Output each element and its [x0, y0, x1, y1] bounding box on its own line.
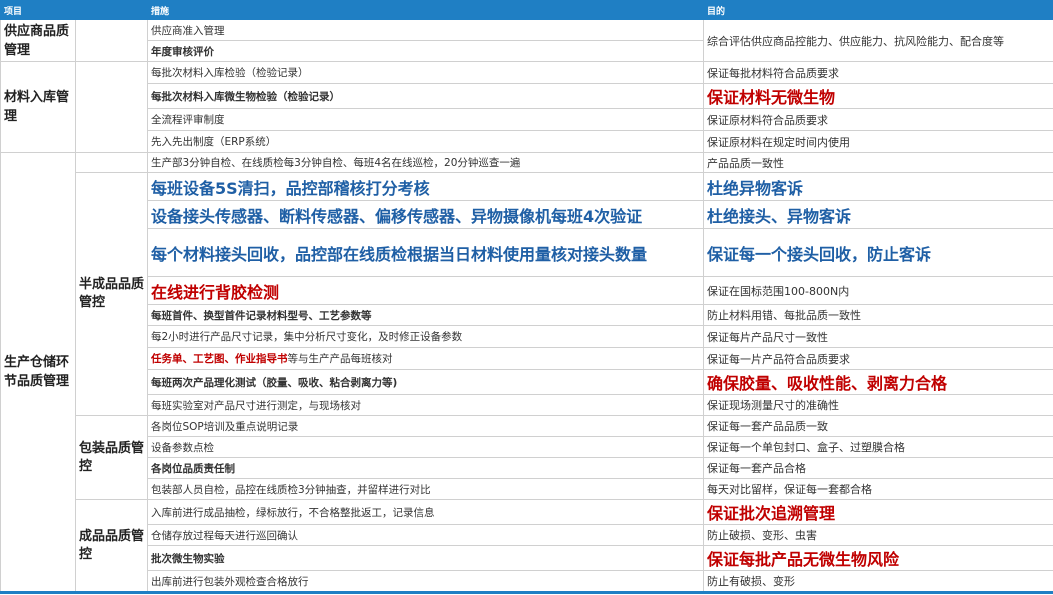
table-row: 全流程评审制度 保证原材料符合品质要求 [1, 108, 1053, 131]
measure-cell: 生产部3分钟自检、在线质检每3分钟自检、每班4名在线巡检，20分钟巡查一遍 [147, 152, 704, 173]
table-row: 成品品质管控 入库前进行成品抽检，绿标放行，不合格整批返工，记录信息 保证批次追… [1, 499, 1053, 592]
purpose-cell: 保证每一片产品符合品质要求 [703, 347, 1053, 370]
table-row: 生产仓储环节品质管理 生产部3分钟自检、在线质检每3分钟自检、每班4名在线巡检，… [0, 152, 1053, 592]
table-row: 在线进行背胶检测 保证在国标范围100-800N内 [1, 276, 1053, 305]
purpose-cell: 杜绝异物客诉 [703, 172, 1053, 201]
purpose-cell: 保证批次追溯管理 [703, 499, 1053, 525]
table-row: 每个材料接头回收，品控部在线质检根据当日材料使用量核对接头数量 保证每一个接头回… [1, 228, 1053, 277]
header-row: 项目 措施 目的 [0, 0, 1053, 20]
measure-cell: 包装部人员自检，品控在线质检3分钟抽查，并留样进行对比 [147, 478, 704, 500]
measure-cell: 每班两次产品理化测试（胶量、吸收、粘合剥离力等) [147, 369, 704, 395]
measure-cell: 设备参数点检 [147, 436, 704, 458]
table-row: 每班两次产品理化测试（胶量、吸收、粘合剥离力等) 确保胶量、吸收性能、剥离力合格 [1, 369, 1053, 395]
measure-cell: 每个材料接头回收，品控部在线质检根据当日材料使用量核对接头数量 [147, 228, 704, 277]
purpose-cell: 保证原材料在规定时间内使用 [703, 130, 1053, 153]
category-semi-finished: 半成品品质管控 [75, 172, 148, 416]
bottom-divider [0, 591, 1053, 594]
measure-cell: 批次微生物实验 [147, 545, 704, 571]
table-row: 各岗位品质责任制 保证每一套产品合格 [1, 457, 1053, 479]
purpose-cell: 防止破损、变形、虫害 [703, 524, 1053, 546]
purpose-cell: 杜绝接头、异物客诉 [703, 200, 1053, 229]
category-supply: 供应商品质管理 [0, 19, 76, 62]
empty-cell [75, 152, 148, 173]
measure-cell: 在线进行背胶检测 [147, 276, 704, 305]
measure-cell: 每2小时进行产品尺寸记录，集中分析尺寸变化，及时修正设备参数 [147, 325, 704, 348]
table-row: 仓储存放过程每天进行巡回确认 防止破损、变形、虫害 [1, 524, 1053, 546]
measure-rest: 等与生产产品每班核对 [287, 353, 393, 365]
table-row: 批次微生物实验 保证每批产品无微生物风险 [1, 545, 1053, 571]
purpose-cell: 保证原材料符合品质要求 [703, 108, 1053, 131]
purpose-cell: 产品品质一致性 [703, 152, 1053, 173]
purpose-cell: 保证每一个单包封口、盒子、过塑膜合格 [703, 436, 1053, 458]
purpose-cell: 综合评估供应商品控能力、供应能力、抗风险能力、配合度等 [703, 19, 1053, 62]
measure-cell: 各岗位SOP培训及重点说明记录 [147, 415, 704, 437]
purpose-cell: 防止材料用错、每批品质一致性 [703, 304, 1053, 326]
purpose-cell: 保证每一套产品合格 [703, 457, 1053, 479]
table-row: 每批次材料入库微生物检验（检验记录） 保证材料无微生物 [1, 83, 1053, 109]
quality-management-table: 项目 措施 目的 供应商品质管理 供应商准入管理 综合评估供应商品控能力、供应能… [0, 0, 1053, 592]
table-row: 每班实验室对产品尺寸进行测定，与现场核对 保证现场测量尺寸的准确性 [1, 394, 1053, 416]
measure-cell: 年度审核评价 [147, 40, 704, 62]
measure-cell: 每批次材料入库微生物检验（检验记录） [147, 83, 704, 109]
measure-cell: 入库前进行成品抽检，绿标放行，不合格整批返工，记录信息 [147, 499, 704, 525]
empty-cell [75, 19, 148, 62]
category-material: 材料入库管理 [0, 61, 76, 153]
purpose-cell: 防止有破损、变形 [703, 570, 1053, 592]
table-row: 设备接头传感器、断料传感器、偏移传感器、异物摄像机每班4次验证 杜绝接头、异物客… [1, 200, 1053, 229]
measure-cell: 每班实验室对产品尺寸进行测定，与现场核对 [147, 394, 704, 416]
table-row: 出库前进行包装外观检查合格放行 防止有破损、变形 [1, 570, 1053, 592]
table-row: 先入先出制度（ERP系统） 保证原材料在规定时间内使用 [1, 130, 1053, 153]
header-blank [75, 0, 148, 20]
purpose-cell: 保证每片产品尺寸一致性 [703, 325, 1053, 348]
category-finished: 成品品质管控 [75, 499, 148, 592]
measure-highlight: 任务单、工艺图、作业指导书 [151, 353, 288, 365]
measure-cell: 每班首件、换型首件记录材料型号、工艺参数等 [147, 304, 704, 326]
measure-cell: 出库前进行包装外观检查合格放行 [147, 570, 704, 592]
purpose-cell: 每天对比留样，保证每一套都合格 [703, 478, 1053, 500]
purpose-cell: 保证现场测量尺寸的准确性 [703, 394, 1053, 416]
empty-cell [75, 61, 148, 153]
measure-cell: 先入先出制度（ERP系统） [147, 130, 704, 153]
measure-cell: 任务单、工艺图、作业指导书等与生产产品每班核对 [147, 347, 704, 370]
purpose-cell: 保证每批材料符合品质要求 [703, 61, 1053, 84]
table-row: 材料入库管理 每批次材料入库检验（检验记录） 保证每批材料符合品质要求 [0, 61, 1053, 153]
measure-cell: 供应商准入管理 [147, 19, 704, 41]
measure-cell: 各岗位品质责任制 [147, 457, 704, 479]
table-row: 任务单、工艺图、作业指导书等与生产产品每班核对 保证每一片产品符合品质要求 [1, 347, 1053, 370]
table-row: 包装部人员自检，品控在线质检3分钟抽查，并留样进行对比 每天对比留样，保证每一套… [1, 478, 1053, 500]
category-production: 生产仓储环节品质管理 [0, 152, 76, 592]
header-purpose: 目的 [703, 0, 1053, 20]
measure-cell: 每批次材料入库检验（检验记录） [147, 61, 704, 84]
measure-cell: 设备接头传感器、断料传感器、偏移传感器、异物摄像机每班4次验证 [147, 200, 704, 229]
purpose-cell: 保证每批产品无微生物风险 [703, 545, 1053, 571]
table-row: 半成品品质管控 每班设备5S清扫，品控部稽核打分考核 杜绝异物客诉 [1, 172, 1053, 416]
table-row: 每2小时进行产品尺寸记录，集中分析尺寸变化，及时修正设备参数 保证每片产品尺寸一… [1, 325, 1053, 348]
header-measure: 措施 [147, 0, 704, 20]
header-project: 项目 [0, 0, 76, 20]
table-row: 包装品质管控 各岗位SOP培训及重点说明记录 保证每一套产品品质一致 [1, 415, 1053, 500]
table-row: 设备参数点检 保证每一个单包封口、盒子、过塑膜合格 [1, 436, 1053, 458]
measure-cell: 仓储存放过程每天进行巡回确认 [147, 524, 704, 546]
table-row: 每班首件、换型首件记录材料型号、工艺参数等 防止材料用错、每批品质一致性 [1, 304, 1053, 326]
purpose-cell: 保证每一套产品品质一致 [703, 415, 1053, 437]
measure-cell: 全流程评审制度 [147, 108, 704, 131]
table-row: 供应商品质管理 供应商准入管理 综合评估供应商品控能力、供应能力、抗风险能力、配… [0, 19, 1053, 62]
purpose-cell: 保证材料无微生物 [703, 83, 1053, 109]
purpose-cell: 保证每一个接头回收，防止客诉 [703, 228, 1053, 277]
purpose-cell: 保证在国标范围100-800N内 [703, 276, 1053, 305]
measure-cell: 每班设备5S清扫，品控部稽核打分考核 [147, 172, 704, 201]
purpose-cell: 确保胶量、吸收性能、剥离力合格 [703, 369, 1053, 395]
category-packaging: 包装品质管控 [75, 415, 148, 500]
